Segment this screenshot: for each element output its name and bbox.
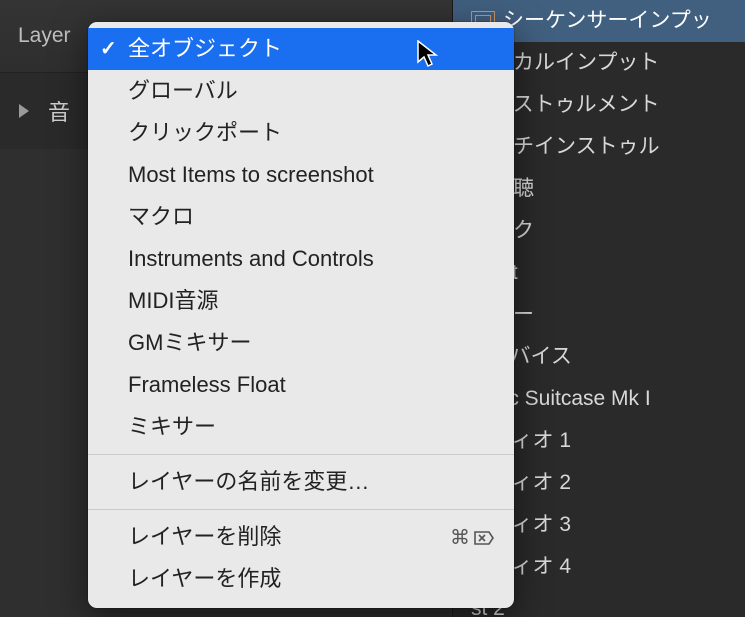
menu-item-label: 全オブジェクト xyxy=(128,36,282,61)
menu-item[interactable]: ✓ 全オブジェクト xyxy=(88,28,514,70)
layer-popup-menu[interactable]: ✓ 全オブジェクトグローバルクリックポート Most Items to screen… xyxy=(88,22,514,608)
layer-row-label: 音 xyxy=(48,95,70,127)
menu-item-label: ミキサー xyxy=(128,414,216,439)
menu-item-label: マクロ xyxy=(128,204,194,229)
disclosure-triangle[interactable] xyxy=(0,104,48,118)
layer-header-label: Layer xyxy=(18,24,71,48)
menu-separator xyxy=(88,509,514,510)
menu-item[interactable]: レイヤーを削除 ⌘ xyxy=(88,516,514,558)
menu-item-label: Frameless Float xyxy=(128,372,286,397)
menu-item[interactable]: ミキサー xyxy=(88,406,514,448)
menu-item-label: レイヤーを削除 xyxy=(128,524,281,549)
menu-item[interactable]: Frameless Float xyxy=(88,364,514,406)
menu-item-label: GMミキサー xyxy=(128,330,251,355)
menu-item[interactable]: マクロ xyxy=(88,196,514,238)
menu-item-label: クリックポート xyxy=(128,120,282,145)
menu-item[interactable]: Instruments and Controls xyxy=(88,238,514,280)
menu-item[interactable]: Most Items to screenshot xyxy=(88,154,514,196)
menu-item[interactable]: グローバル xyxy=(88,70,514,112)
menu-item[interactable]: GMミキサー xyxy=(88,322,514,364)
menu-item-label: レイヤーの名前を変更… xyxy=(128,469,369,494)
menu-item[interactable]: レイヤーを作成 xyxy=(88,558,514,600)
list-item-label: シーケンサーインプッ xyxy=(503,9,712,32)
chevron-right-icon xyxy=(19,104,29,118)
menu-item[interactable]: クリックポート xyxy=(88,112,514,154)
menu-item-label: グローバル xyxy=(128,78,238,103)
checkmark-icon: ✓ xyxy=(100,35,117,63)
menu-item-label: Most Items to screenshot xyxy=(128,162,374,187)
menu-separator xyxy=(88,454,514,455)
menu-item-label: MIDI音源 xyxy=(128,288,218,313)
menu-shortcut: ⌘ xyxy=(450,524,494,552)
menu-item[interactable]: レイヤーの名前を変更… xyxy=(88,461,514,503)
menu-item-label: Instruments and Controls xyxy=(128,246,374,271)
menu-item[interactable]: MIDI音源 xyxy=(88,280,514,322)
menu-item-label: レイヤーを作成 xyxy=(128,566,281,591)
